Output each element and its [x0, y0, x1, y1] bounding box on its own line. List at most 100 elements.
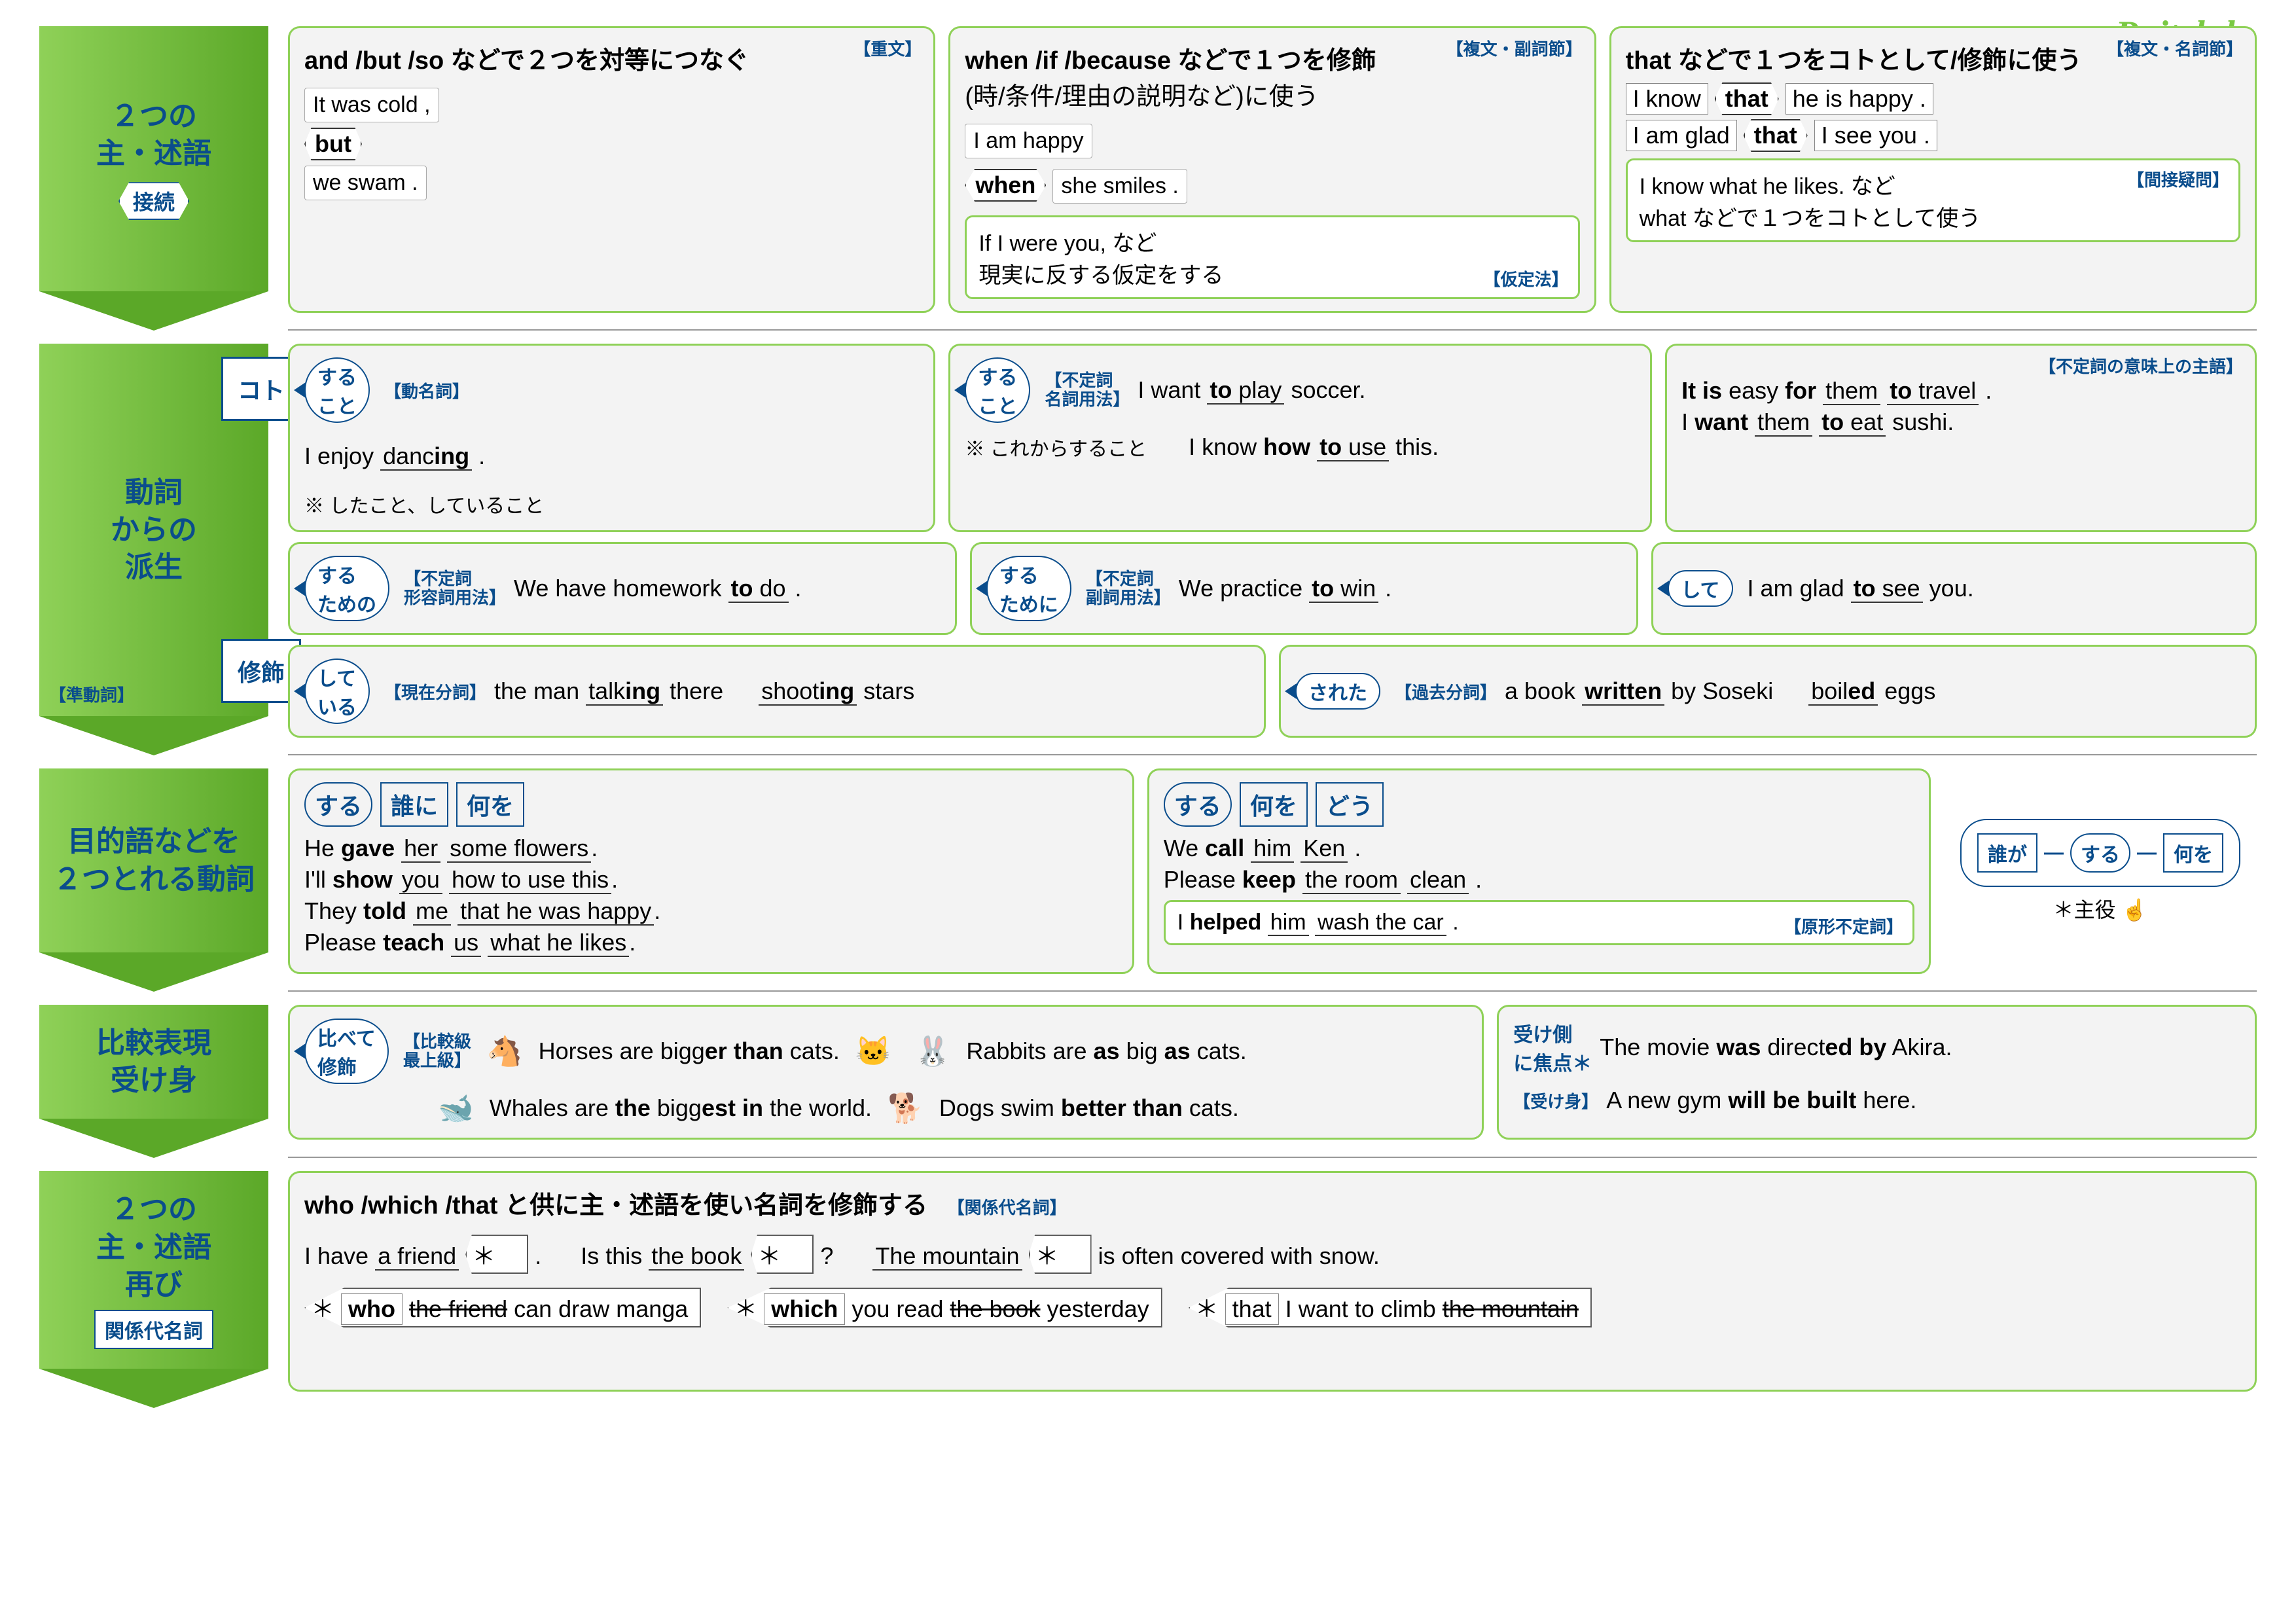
tag-bare-inf: 【原形不定詞】: [1784, 914, 1903, 938]
schema-object: 何を: [2163, 833, 2223, 873]
tag-pres-part: 【現在分詞】: [384, 679, 486, 704]
tag-noun-clause: 【複文・名詞節】: [2107, 36, 2243, 60]
tag-indirect-q: 【間接疑問】: [2127, 167, 2229, 191]
example: I am glad to see you.: [1748, 575, 1974, 602]
relative-who: ＊ who the friend can draw manga: [304, 1288, 701, 1327]
row-two-objects: 目的語などを ２つとれる動詞 する 誰に 何を He gave her some…: [39, 768, 2257, 992]
section-label-5: ２つの 主・述語 再び 関係代名詞: [39, 1171, 268, 1408]
subpanel-bare-inf: I helped him wash the car . 【原形不定詞】: [1164, 900, 1914, 945]
panel-present-participle: して いる 【現在分詞】 the man talking there shoot…: [288, 645, 1266, 738]
bubble-shiteiru: して いる: [304, 659, 370, 724]
example: I know how to use this.: [1189, 433, 1439, 461]
panel-title: and /but /so などで２つを対等につなぐ: [304, 40, 919, 76]
example: she smiles .: [1052, 169, 1187, 204]
slot-suru: する: [304, 782, 372, 827]
note-verbals: 【準動詞】: [49, 682, 134, 706]
example: It is easy for them to travel .: [1681, 377, 2240, 405]
panel-infinitive-noun: する こと 【不定詞 名詞用法】 I want to play soccer. …: [948, 344, 1652, 532]
tag-subjunctive: 【仮定法】: [1484, 266, 1569, 291]
example-part: he is happy .: [1785, 83, 1933, 115]
example: boiled eggs: [1808, 677, 1935, 705]
row-verbals: コト 動詞 からの 派生 修飾 【準動詞】 する こと 【動名詞】 I enjo…: [39, 344, 2257, 755]
example: It was cold ,: [304, 88, 439, 122]
tag-past-part: 【過去分詞】: [1395, 679, 1497, 704]
section-label-1: ２つの 主・述語 接続: [39, 26, 268, 331]
diamond-tag-connect: 接続: [118, 182, 189, 220]
panel-comparison: 比べて 修飾 【比較級 最上級】 🐴 Horses are bigger tha…: [288, 1005, 1484, 1140]
panel-adverb-clause: when /if /because などで１つを修飾 (時/条件/理由の説明など…: [948, 26, 1596, 313]
panel-gerund: する こと 【動名詞】 I enjoy dancing . ※ したこと、してい…: [288, 344, 935, 532]
tag-inf-subject: 【不定詞の意味上の主語】: [2039, 353, 2243, 378]
section-title-3: 目的語などを ２つとれる動詞: [53, 823, 255, 897]
example-part: I know: [1626, 83, 1708, 115]
example: Please teach us what he likes.: [304, 929, 1118, 956]
panel-passive: 受け側 に焦点＊ The movie was directed by Akira…: [1497, 1005, 2257, 1140]
bubble-sareta: された: [1295, 673, 1380, 710]
panel-compound: and /but /so などで２つを対等につなぐ 【重文】 It was co…: [288, 26, 935, 313]
example: I am happy: [965, 124, 1092, 158]
bubble-shite: して: [1668, 570, 1732, 607]
row-relative: ２つの 主・述語 再び 関係代名詞 who /which /that と供に主・…: [39, 1171, 2257, 1408]
whale-icon: 🐋: [438, 1091, 474, 1125]
section-label-3: 目的語などを ２つとれる動詞: [39, 768, 268, 992]
tag-gerund: 【動名詞】: [384, 378, 469, 403]
panel-svoo: する 誰に 何を He gave her some flowers. I'll …: [288, 768, 1134, 974]
section-label-4: 比較表現 受け身: [39, 1005, 268, 1158]
conj-when: when: [965, 169, 1046, 202]
slot-dou: どう: [1316, 782, 1384, 827]
example: Rabbits are as big as cats.: [966, 1038, 1246, 1065]
note: ※ したこと、していること: [304, 490, 544, 518]
example: we swam .: [304, 166, 427, 200]
example: We have homework to do .: [514, 575, 802, 602]
panel-inf-adj: する ための 【不定詞 形容詞用法】 We have homework to d…: [288, 542, 957, 635]
section-title-2: 動詞 からの 派生: [111, 474, 197, 586]
schema-verb: する: [2070, 833, 2130, 873]
slot-naniwo: 何を: [456, 782, 524, 827]
example: I want them to eat sushi.: [1681, 408, 2240, 436]
example-part: I am glad: [1626, 120, 1737, 151]
tag-passive: 【受け身】: [1513, 1089, 1598, 1113]
schema-note: ＊主役 ☝: [2053, 893, 2148, 924]
subpanel-subjunctive: If I were you, など 現実に反する仮定をする 【仮定法】: [965, 215, 1579, 299]
conj-that: that: [1715, 82, 1779, 115]
tag-relative: 【関係代名詞】: [948, 1198, 1067, 1218]
horse-icon: 🐴: [487, 1034, 523, 1068]
rabbit-icon: 🐰: [915, 1034, 951, 1068]
example: Horses are bigger than cats.: [539, 1038, 840, 1065]
bubble-surukoto: する こと: [304, 357, 370, 423]
schema-diagram: 誰が— する— 何を ＊主役 ☝: [1944, 768, 2257, 974]
example: the man talking there: [494, 677, 723, 705]
example: The movie was directed by Akira.: [1600, 1034, 1952, 1061]
example: I want to play soccer.: [1138, 376, 1365, 404]
panel-inf-shite: して I am glad to see you.: [1651, 542, 2257, 635]
schema-subject: 誰が: [1977, 833, 2037, 873]
cat-icon: 🐱: [855, 1034, 891, 1068]
tag-adverb: 【複文・副詞節】: [1446, 36, 1583, 60]
section-title-4: 比較表現 受け身: [96, 1024, 211, 1099]
example: Is this the book ＊ ?: [581, 1235, 833, 1274]
example: Whales are the biggest in the world.: [490, 1094, 872, 1122]
example: Dogs swim better than cats.: [939, 1094, 1239, 1122]
subpanel-indirect-q: I know what he likes. など what などで１つをコトとし…: [1626, 158, 2240, 242]
example: Please keep the room clean .: [1164, 866, 1914, 893]
dog-icon: 🐕: [888, 1091, 924, 1125]
panel-inf-adv: する ために 【不定詞 副詞用法】 We practice to win .: [970, 542, 1639, 635]
tag-inf-adv: 【不定詞 副詞用法】: [1086, 569, 1171, 607]
section-title-5: ２つの 主・述語 再び: [96, 1191, 211, 1303]
relative-which: ＊ which you read the book yesterday: [727, 1288, 1162, 1327]
slot-naniwo: 何を: [1240, 782, 1308, 827]
label-passive: 受け側 に焦点＊: [1513, 1019, 1592, 1076]
conj-that: that: [1744, 119, 1808, 152]
example: A new gym will be built here.: [1606, 1087, 1916, 1114]
example: We call him Ken .: [1164, 835, 1914, 862]
rect-tag-relative: 関係代名詞: [94, 1310, 213, 1349]
tag-inf-noun: 【不定詞 名詞用法】: [1045, 371, 1130, 408]
example: He gave her some flowers.: [304, 835, 1118, 862]
example: I'll show you how to use this.: [304, 866, 1118, 893]
bubble-compare: 比べて 修飾: [304, 1019, 389, 1084]
tag-compare: 【比較級 最上級】: [403, 1032, 471, 1070]
example: a book written by Soseki: [1505, 677, 1773, 705]
note: ※ これからすること: [965, 433, 1147, 461]
example: We practice to win .: [1179, 575, 1391, 602]
panel-title: who /which /that と供に主・述語を使い名詞を修飾する 【関係代名…: [304, 1185, 2240, 1221]
